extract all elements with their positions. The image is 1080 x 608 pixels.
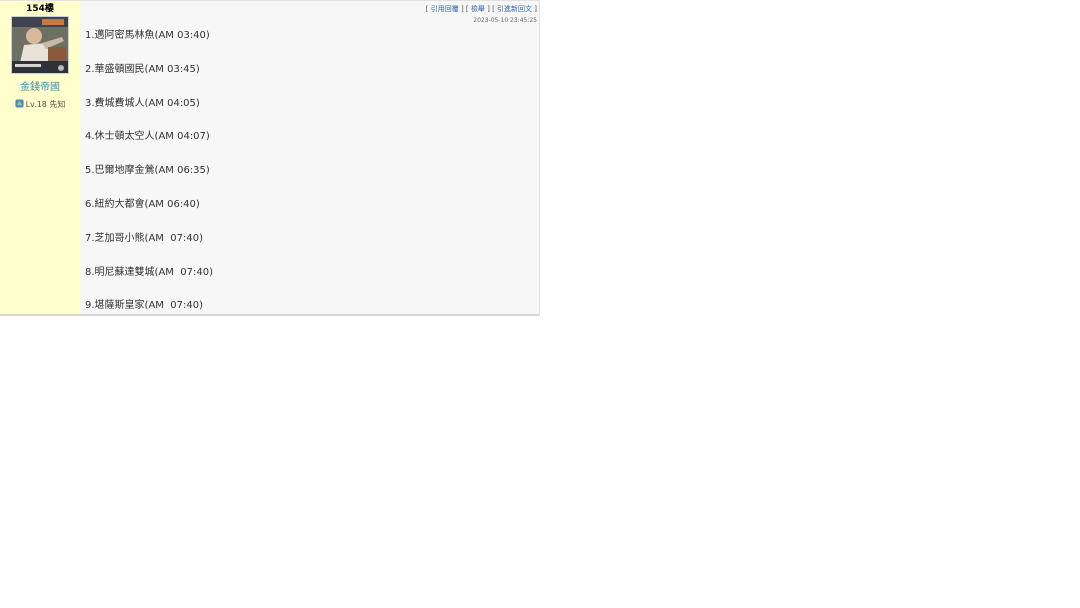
list-item: 3.費城費城人(AM 04:05) [85,97,200,109]
list-item: 9.堪薩斯皇家(AM 07:40) [85,300,203,312]
list-item: 2.華盛頓國民(AM 03:45) [85,63,200,75]
avatar[interactable] [11,16,69,74]
list-item: 8.明尼蘇達雙城(AM 07:40) [85,266,213,278]
forum-post: 154樓 金錢帝國 Lv.18 先知 [ 引用回覆 ] [ 檢舉 ] [ 引進新… [0,0,540,316]
quote-reply-link[interactable]: 引用回覆 [431,5,459,13]
post-content: [ 引用回覆 ] [ 檢舉 ] [ 引進新回文 ] 2023-05-10 23:… [80,1,539,314]
author-panel: 154樓 金錢帝國 Lv.18 先知 [0,1,80,314]
list-item: 4.休士頓太空人(AM 04:07) [85,131,210,143]
list-item: 6.紐約大都會(AM 06:40) [85,198,200,210]
post-timestamp: 2023-05-10 23:45:25 [473,17,537,24]
user-level-text: Lv.18 先知 [25,100,66,109]
list-item: 1.邁阿密馬林魚(AM 03:40) [85,30,210,41]
username-link[interactable]: 金錢帝國 [0,81,80,94]
floor-number: 154樓 [26,4,54,14]
report-link[interactable]: 檢舉 [471,5,485,13]
list-item: 7.芝加哥小熊(AM 07:40) [85,232,203,244]
reply-new-link[interactable]: 引進新回文 [497,5,532,13]
game-list: 1.邁阿密馬林魚(AM 03:40) 2.華盛頓國民(AM 03:45) 3.費… [85,28,213,314]
post-action-links: [ 引用回覆 ] [ 檢舉 ] [ 引進新回文 ] [425,5,537,13]
user-level: Lv.18 先知 [0,99,80,110]
list-item: 5.巴爾地摩金鶯(AM 06:35) [85,165,210,177]
level-badge-icon [15,99,24,108]
